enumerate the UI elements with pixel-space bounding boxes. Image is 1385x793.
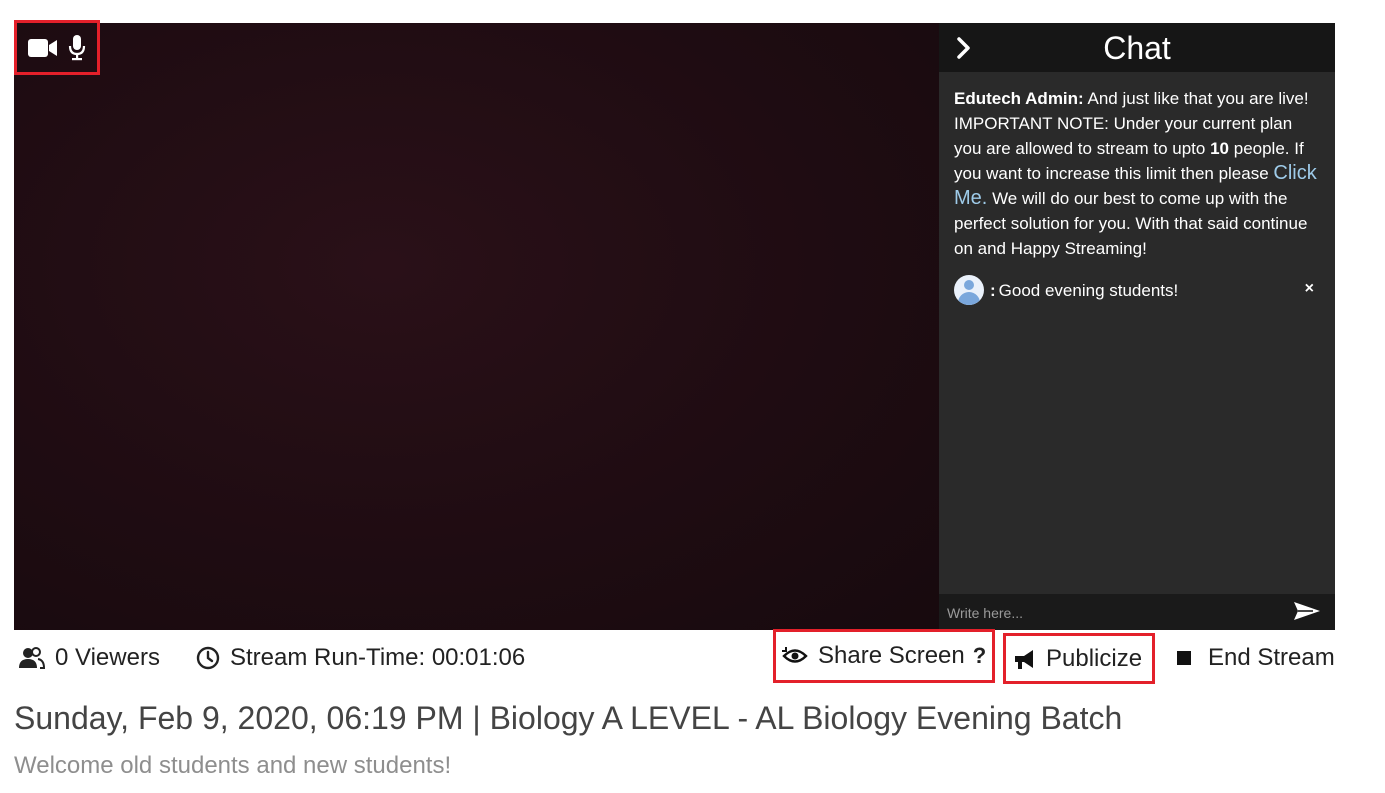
publicize-label: Publicize [1046, 644, 1143, 672]
clock-icon [196, 646, 220, 670]
chat-header: Chat [939, 23, 1335, 72]
viewers-count: 0 Viewers [19, 633, 160, 683]
eye-share-icon [782, 647, 808, 663]
share-screen-help[interactable]: ? [973, 643, 986, 669]
video-preview [14, 23, 939, 630]
avatar [954, 275, 984, 305]
stream-description: Welcome old students and new students! [14, 752, 452, 779]
video-camera-icon[interactable] [28, 38, 58, 58]
megaphone-icon [1015, 649, 1033, 669]
chat-input-bar [939, 594, 1335, 630]
message-separator: : [990, 280, 996, 300]
stop-icon [1177, 651, 1191, 665]
viewers-label: 0 Viewers [55, 644, 160, 671]
chat-input[interactable] [945, 601, 1279, 625]
stream-toolbar: 0 Viewers Stream Run-Time: 00:01:06 Shar… [14, 629, 1335, 684]
chat-panel: Chat Edutech Admin: And just like that y… [939, 23, 1335, 630]
publicize-button[interactable]: Publicize [1003, 633, 1156, 684]
chat-messages: Edutech Admin: And just like that you ar… [939, 72, 1335, 305]
send-icon[interactable] [1293, 600, 1321, 627]
chat-message: : Good evening students! × [954, 275, 1320, 305]
media-controls [14, 20, 100, 75]
end-stream-button[interactable]: End Stream [1177, 633, 1335, 683]
message-text: Good evening students! [998, 280, 1179, 300]
delete-message-button[interactable]: × [1305, 276, 1314, 301]
end-stream-label: End Stream [1208, 644, 1335, 671]
microphone-icon[interactable] [68, 34, 86, 61]
admin-sender: Edutech Admin: [954, 89, 1084, 108]
admin-message: Edutech Admin: And just like that you ar… [954, 86, 1320, 261]
chat-title: Chat [1103, 30, 1171, 66]
stream-title: Sunday, Feb 9, 2020, 06:19 PM | Biology … [14, 700, 1123, 736]
share-screen-button[interactable]: Share Screen ? [773, 629, 996, 683]
share-screen-label: Share Screen [818, 642, 965, 669]
stream-runtime: Stream Run-Time: 00:01:06 [196, 633, 525, 683]
users-icon [19, 647, 45, 669]
stream-limit: 10 [1210, 139, 1230, 158]
runtime-label: Stream Run-Time: 00:01:06 [230, 644, 526, 671]
admin-text: We will do our best to come up with the … [954, 189, 1308, 258]
